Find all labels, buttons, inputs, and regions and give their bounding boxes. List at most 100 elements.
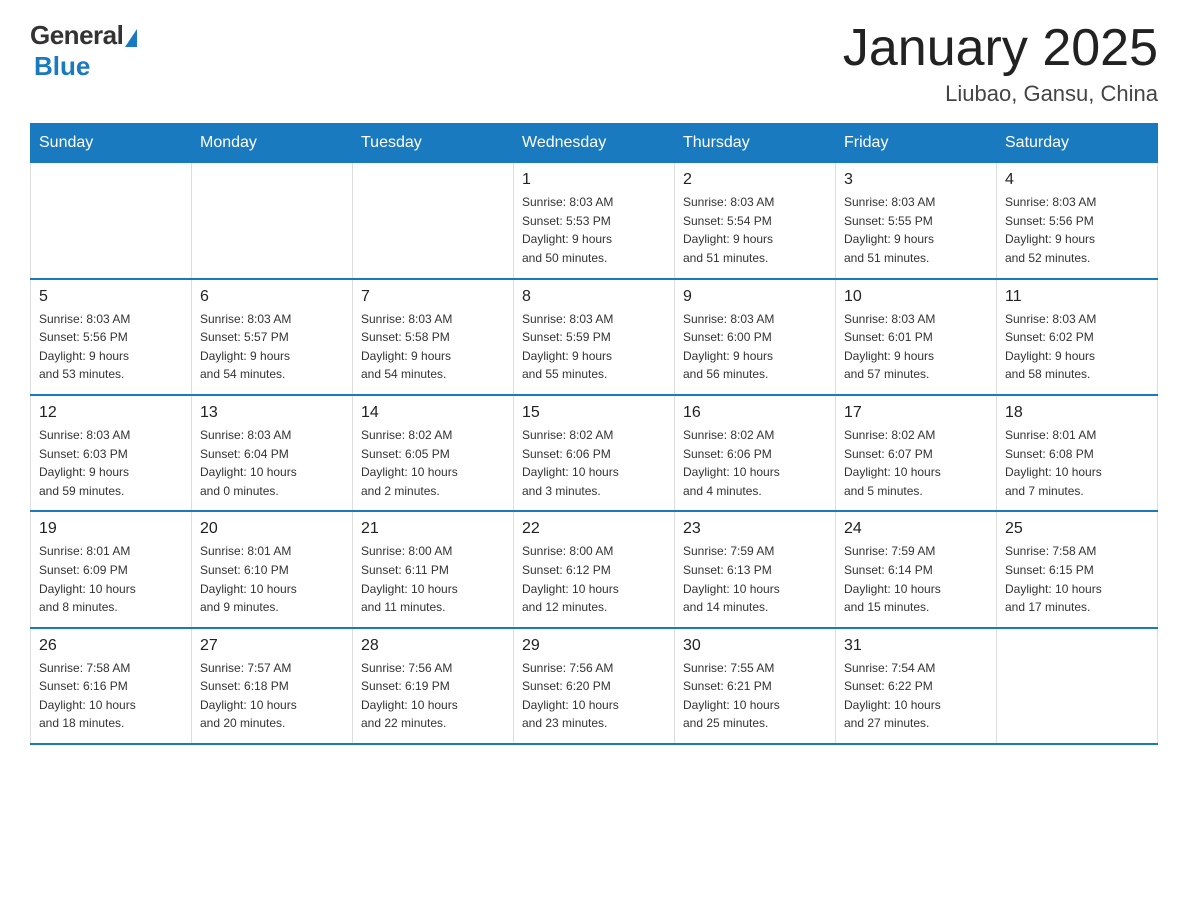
- day-number: 22: [522, 520, 666, 538]
- day-detail: Sunrise: 7:54 AMSunset: 6:22 PMDaylight:…: [844, 659, 988, 733]
- calendar-cell: 27 Sunrise: 7:57 AMSunset: 6:18 PMDayligh…: [192, 628, 353, 744]
- day-number: 26: [39, 637, 183, 655]
- calendar-cell: 21Sunrise: 8:00 AMSunset: 6:11 PMDayligh…: [353, 511, 514, 627]
- header-day-friday: Friday: [836, 124, 997, 163]
- logo: General Blue: [30, 20, 137, 82]
- calendar-cell: 14 Sunrise: 8:02 AMSunset: 6:05 PMDayligh…: [353, 395, 514, 511]
- day-number: 15: [522, 404, 666, 422]
- calendar-cell: 5 Sunrise: 8:03 AMSunset: 5:56 PMDaylight…: [31, 279, 192, 395]
- title-section: January 2025 Liubao, Gansu, China: [843, 20, 1158, 107]
- day-detail: Sunrise: 8:01 AMSunset: 6:08 PMDaylight:…: [1005, 426, 1149, 500]
- day-number: 23: [683, 520, 827, 538]
- day-number: 24: [844, 520, 988, 538]
- calendar-week-row: 12Sunrise: 8:03 AMSunset: 6:03 PMDayligh…: [31, 395, 1158, 511]
- header-day-sunday: Sunday: [31, 124, 192, 163]
- calendar-cell: 11Sunrise: 8:03 AMSunset: 6:02 PMDayligh…: [997, 279, 1158, 395]
- day-detail: Sunrise: 8:03 AMSunset: 5:53 PMDaylight:…: [522, 193, 666, 267]
- day-detail: Sunrise: 8:03 AMSunset: 5:56 PMDaylight:…: [39, 310, 183, 384]
- day-detail: Sunrise: 8:03 AMSunset: 6:02 PMDaylight:…: [1005, 310, 1149, 384]
- calendar-cell: 3 Sunrise: 8:03 AMSunset: 5:55 PMDaylight…: [836, 163, 997, 279]
- day-detail: Sunrise: 7:57 AMSunset: 6:18 PMDaylight:…: [200, 659, 344, 733]
- header-day-monday: Monday: [192, 124, 353, 163]
- day-detail: Sunrise: 7:59 AMSunset: 6:13 PMDaylight:…: [683, 542, 827, 616]
- calendar-cell: 29 Sunrise: 7:56 AMSunset: 6:20 PMDayligh…: [514, 628, 675, 744]
- header-day-thursday: Thursday: [675, 124, 836, 163]
- calendar-cell: 10 Sunrise: 8:03 AMSunset: 6:01 PMDayligh…: [836, 279, 997, 395]
- calendar-cell: 25 Sunrise: 7:58 AMSunset: 6:15 PMDayligh…: [997, 511, 1158, 627]
- day-detail: Sunrise: 8:03 AMSunset: 5:57 PMDaylight:…: [200, 310, 344, 384]
- day-number: 29: [522, 637, 666, 655]
- calendar-cell: 19 Sunrise: 8:01 AMSunset: 6:09 PMDayligh…: [31, 511, 192, 627]
- calendar-cell: 6 Sunrise: 8:03 AMSunset: 5:57 PMDaylight…: [192, 279, 353, 395]
- day-detail: Sunrise: 8:03 AMSunset: 6:03 PMDaylight:…: [39, 426, 183, 500]
- location-text: Liubao, Gansu, China: [843, 81, 1158, 107]
- calendar-cell: [997, 628, 1158, 744]
- calendar-cell: 12Sunrise: 8:03 AMSunset: 6:03 PMDayligh…: [31, 395, 192, 511]
- day-number: 3: [844, 171, 988, 189]
- calendar-cell: 1Sunrise: 8:03 AMSunset: 5:53 PMDaylight…: [514, 163, 675, 279]
- day-detail: Sunrise: 7:56 AMSunset: 6:19 PMDaylight:…: [361, 659, 505, 733]
- day-detail: Sunrise: 8:01 AMSunset: 6:10 PMDaylight:…: [200, 542, 344, 616]
- day-detail: Sunrise: 8:03 AMSunset: 5:56 PMDaylight:…: [1005, 193, 1149, 267]
- calendar-cell: 7 Sunrise: 8:03 AMSunset: 5:58 PMDaylight…: [353, 279, 514, 395]
- day-detail: Sunrise: 7:59 AMSunset: 6:14 PMDaylight:…: [844, 542, 988, 616]
- calendar-week-row: 5 Sunrise: 8:03 AMSunset: 5:56 PMDaylight…: [31, 279, 1158, 395]
- day-number: 14: [361, 404, 505, 422]
- day-number: 5: [39, 288, 183, 306]
- page-header: General Blue January 2025 Liubao, Gansu,…: [30, 20, 1158, 107]
- day-number: 6: [200, 288, 344, 306]
- day-number: 19: [39, 520, 183, 538]
- logo-general-text: General: [30, 20, 123, 51]
- day-number: 27: [200, 637, 344, 655]
- calendar-cell: 16 Sunrise: 8:02 AMSunset: 6:06 PMDayligh…: [675, 395, 836, 511]
- calendar-week-row: 19 Sunrise: 8:01 AMSunset: 6:09 PMDayligh…: [31, 511, 1158, 627]
- day-number: 2: [683, 171, 827, 189]
- day-detail: Sunrise: 8:02 AMSunset: 6:06 PMDaylight:…: [683, 426, 827, 500]
- logo-triangle-icon: [125, 29, 137, 47]
- calendar-cell: 9 Sunrise: 8:03 AMSunset: 6:00 PMDaylight…: [675, 279, 836, 395]
- day-number: 18: [1005, 404, 1149, 422]
- calendar-cell: [31, 163, 192, 279]
- day-number: 30: [683, 637, 827, 655]
- day-detail: Sunrise: 8:02 AMSunset: 6:07 PMDaylight:…: [844, 426, 988, 500]
- calendar-cell: 31 Sunrise: 7:54 AMSunset: 6:22 PMDayligh…: [836, 628, 997, 744]
- month-title: January 2025: [843, 20, 1158, 77]
- header-day-wednesday: Wednesday: [514, 124, 675, 163]
- day-number: 25: [1005, 520, 1149, 538]
- day-detail: Sunrise: 7:58 AMSunset: 6:16 PMDaylight:…: [39, 659, 183, 733]
- calendar-cell: 17 Sunrise: 8:02 AMSunset: 6:07 PMDayligh…: [836, 395, 997, 511]
- day-detail: Sunrise: 8:02 AMSunset: 6:05 PMDaylight:…: [361, 426, 505, 500]
- day-detail: Sunrise: 8:03 AMSunset: 6:01 PMDaylight:…: [844, 310, 988, 384]
- calendar-cell: 4Sunrise: 8:03 AMSunset: 5:56 PMDaylight…: [997, 163, 1158, 279]
- day-number: 17: [844, 404, 988, 422]
- day-detail: Sunrise: 8:00 AMSunset: 6:12 PMDaylight:…: [522, 542, 666, 616]
- day-detail: Sunrise: 7:56 AMSunset: 6:20 PMDaylight:…: [522, 659, 666, 733]
- calendar-cell: 24 Sunrise: 7:59 AMSunset: 6:14 PMDayligh…: [836, 511, 997, 627]
- calendar-cell: 28 Sunrise: 7:56 AMSunset: 6:19 PMDayligh…: [353, 628, 514, 744]
- day-number: 31: [844, 637, 988, 655]
- calendar-week-row: 26 Sunrise: 7:58 AMSunset: 6:16 PMDayligh…: [31, 628, 1158, 744]
- calendar-cell: 8Sunrise: 8:03 AMSunset: 5:59 PMDaylight…: [514, 279, 675, 395]
- calendar-cell: 20 Sunrise: 8:01 AMSunset: 6:10 PMDayligh…: [192, 511, 353, 627]
- day-detail: Sunrise: 8:01 AMSunset: 6:09 PMDaylight:…: [39, 542, 183, 616]
- calendar-cell: 2 Sunrise: 8:03 AMSunset: 5:54 PMDaylight…: [675, 163, 836, 279]
- day-number: 21: [361, 520, 505, 538]
- calendar-header-row: SundayMondayTuesdayWednesdayThursdayFrid…: [31, 124, 1158, 163]
- calendar-cell: 18 Sunrise: 8:01 AMSunset: 6:08 PMDayligh…: [997, 395, 1158, 511]
- day-number: 7: [361, 288, 505, 306]
- day-number: 16: [683, 404, 827, 422]
- header-day-tuesday: Tuesday: [353, 124, 514, 163]
- day-number: 8: [522, 288, 666, 306]
- day-detail: Sunrise: 8:03 AMSunset: 5:58 PMDaylight:…: [361, 310, 505, 384]
- header-day-saturday: Saturday: [997, 124, 1158, 163]
- day-detail: Sunrise: 8:03 AMSunset: 5:54 PMDaylight:…: [683, 193, 827, 267]
- day-detail: Sunrise: 8:03 AMSunset: 6:00 PMDaylight:…: [683, 310, 827, 384]
- day-number: 20: [200, 520, 344, 538]
- day-number: 10: [844, 288, 988, 306]
- day-detail: Sunrise: 8:02 AMSunset: 6:06 PMDaylight:…: [522, 426, 666, 500]
- day-number: 28: [361, 637, 505, 655]
- day-detail: Sunrise: 8:03 AMSunset: 5:55 PMDaylight:…: [844, 193, 988, 267]
- day-detail: Sunrise: 7:58 AMSunset: 6:15 PMDaylight:…: [1005, 542, 1149, 616]
- day-number: 9: [683, 288, 827, 306]
- calendar-cell: 23 Sunrise: 7:59 AMSunset: 6:13 PMDayligh…: [675, 511, 836, 627]
